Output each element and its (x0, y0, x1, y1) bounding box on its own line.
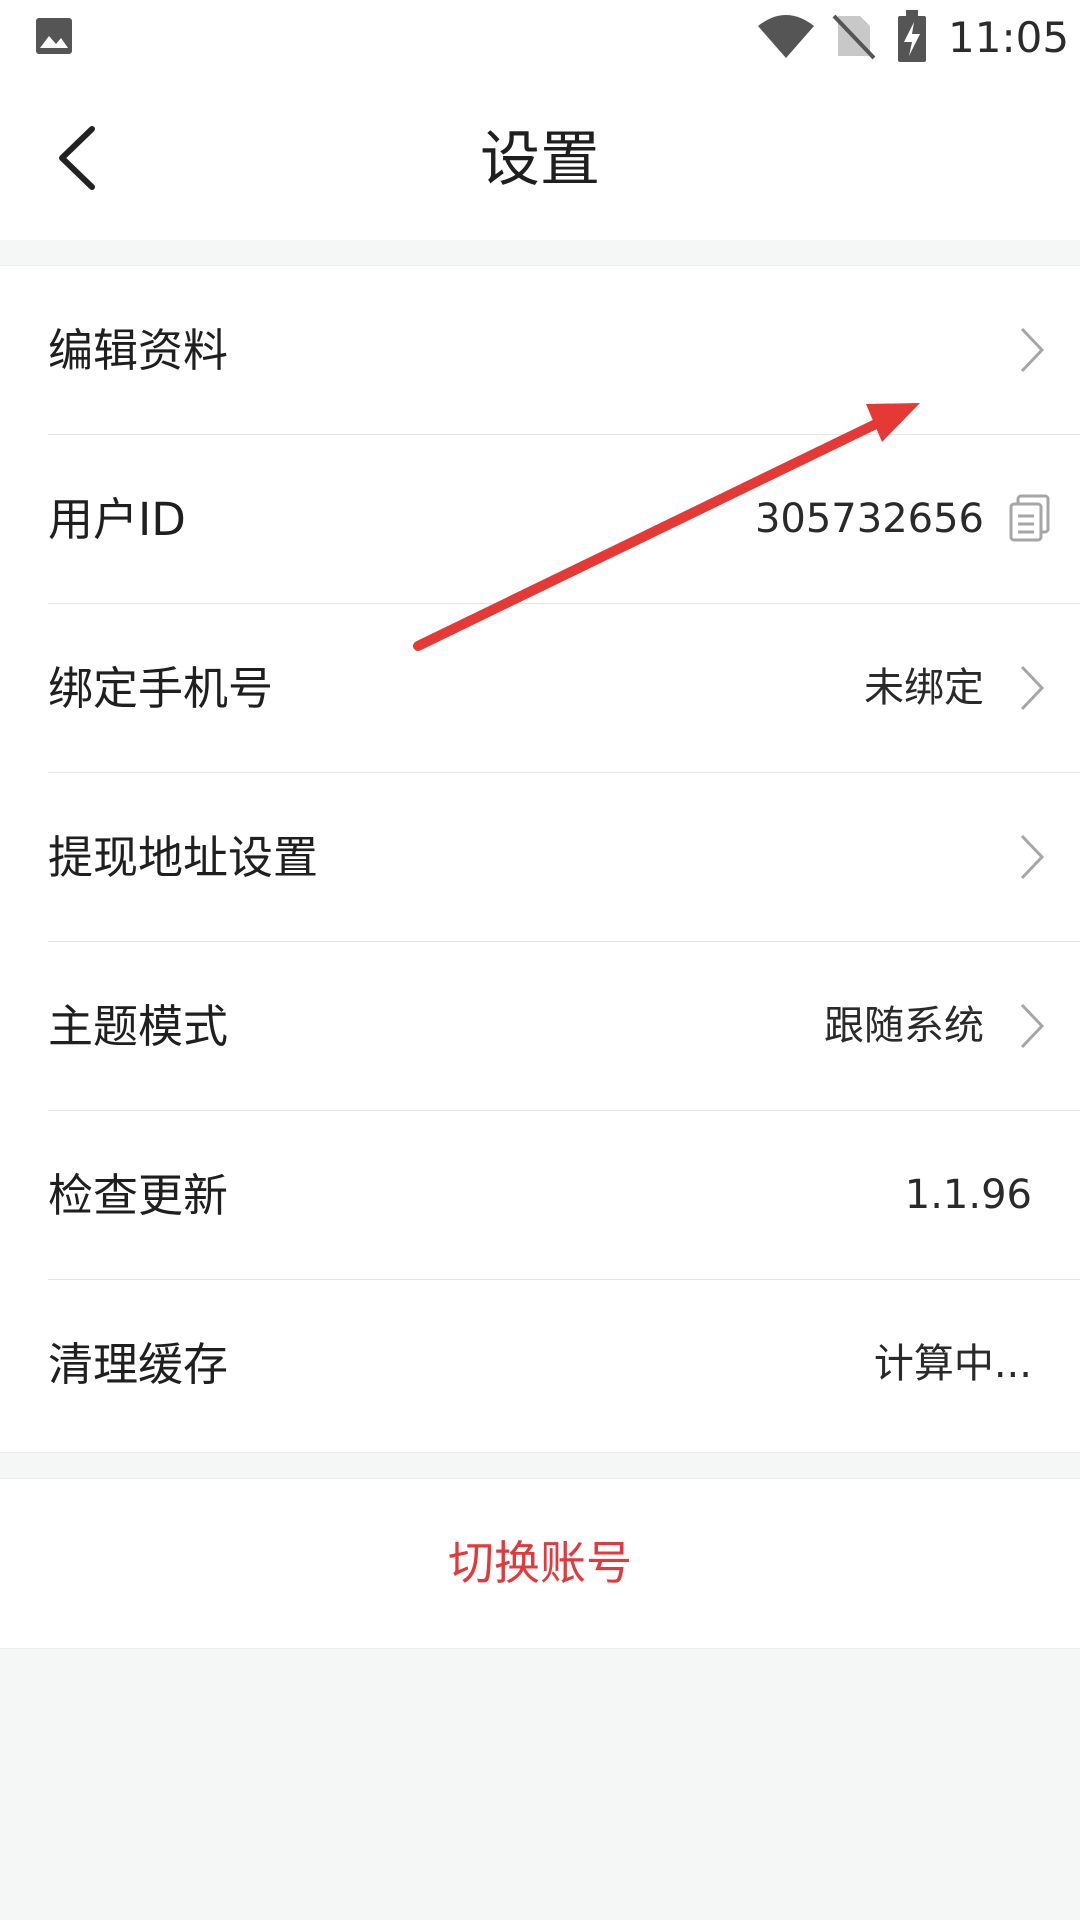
status-time: 11:05 (948, 13, 1070, 62)
copy-icon[interactable] (1008, 494, 1052, 542)
theme-mode-label: 主题模式 (48, 1000, 229, 1053)
wifi-icon (756, 12, 816, 64)
version-value: 1.1.96 (904, 1172, 1032, 1218)
cache-size-value: 计算中... (873, 1341, 1032, 1387)
settings-list: 编辑资料 用户ID 305732656 绑定手机号 未绑定 提现地址设置 主题模… (0, 265, 1080, 1453)
chevron-right-icon (1020, 665, 1045, 711)
battery-charging-icon (896, 10, 928, 68)
edit-profile-row[interactable]: 编辑资料 (0, 266, 1080, 435)
bind-phone-row[interactable]: 绑定手机号 未绑定 (0, 604, 1080, 773)
chevron-right-icon (1020, 1003, 1045, 1049)
chevron-right-icon (1020, 834, 1045, 880)
check-update-label: 检查更新 (48, 1169, 229, 1222)
withdraw-address-label: 提现地址设置 (48, 831, 319, 884)
check-update-row[interactable]: 检查更新 1.1.96 (0, 1111, 1080, 1280)
chevron-right-icon (1020, 327, 1045, 373)
user-id-label: 用户ID (48, 493, 186, 546)
page-title: 设置 (480, 125, 600, 195)
user-id-row: 用户ID 305732656 (0, 435, 1080, 604)
user-id-value: 305732656 (754, 496, 984, 542)
bind-phone-label: 绑定手机号 (48, 662, 274, 715)
edit-profile-label: 编辑资料 (48, 324, 229, 377)
app-bar: 设置 (0, 75, 1080, 240)
clear-cache-label: 清理缓存 (48, 1338, 229, 1391)
switch-account-section: 切换账号 (0, 1478, 1080, 1649)
theme-mode-row[interactable]: 主题模式 跟随系统 (0, 942, 1080, 1111)
gallery-icon (34, 16, 74, 60)
no-sim-icon (832, 12, 876, 64)
clear-cache-row[interactable]: 清理缓存 计算中... (0, 1280, 1080, 1449)
theme-mode-value: 跟随系统 (824, 1003, 984, 1049)
status-bar: 11:05 (0, 0, 1080, 75)
switch-account-button[interactable]: 切换账号 (0, 1479, 1080, 1648)
bind-phone-value: 未绑定 (864, 665, 984, 711)
withdraw-address-row[interactable]: 提现地址设置 (0, 773, 1080, 942)
